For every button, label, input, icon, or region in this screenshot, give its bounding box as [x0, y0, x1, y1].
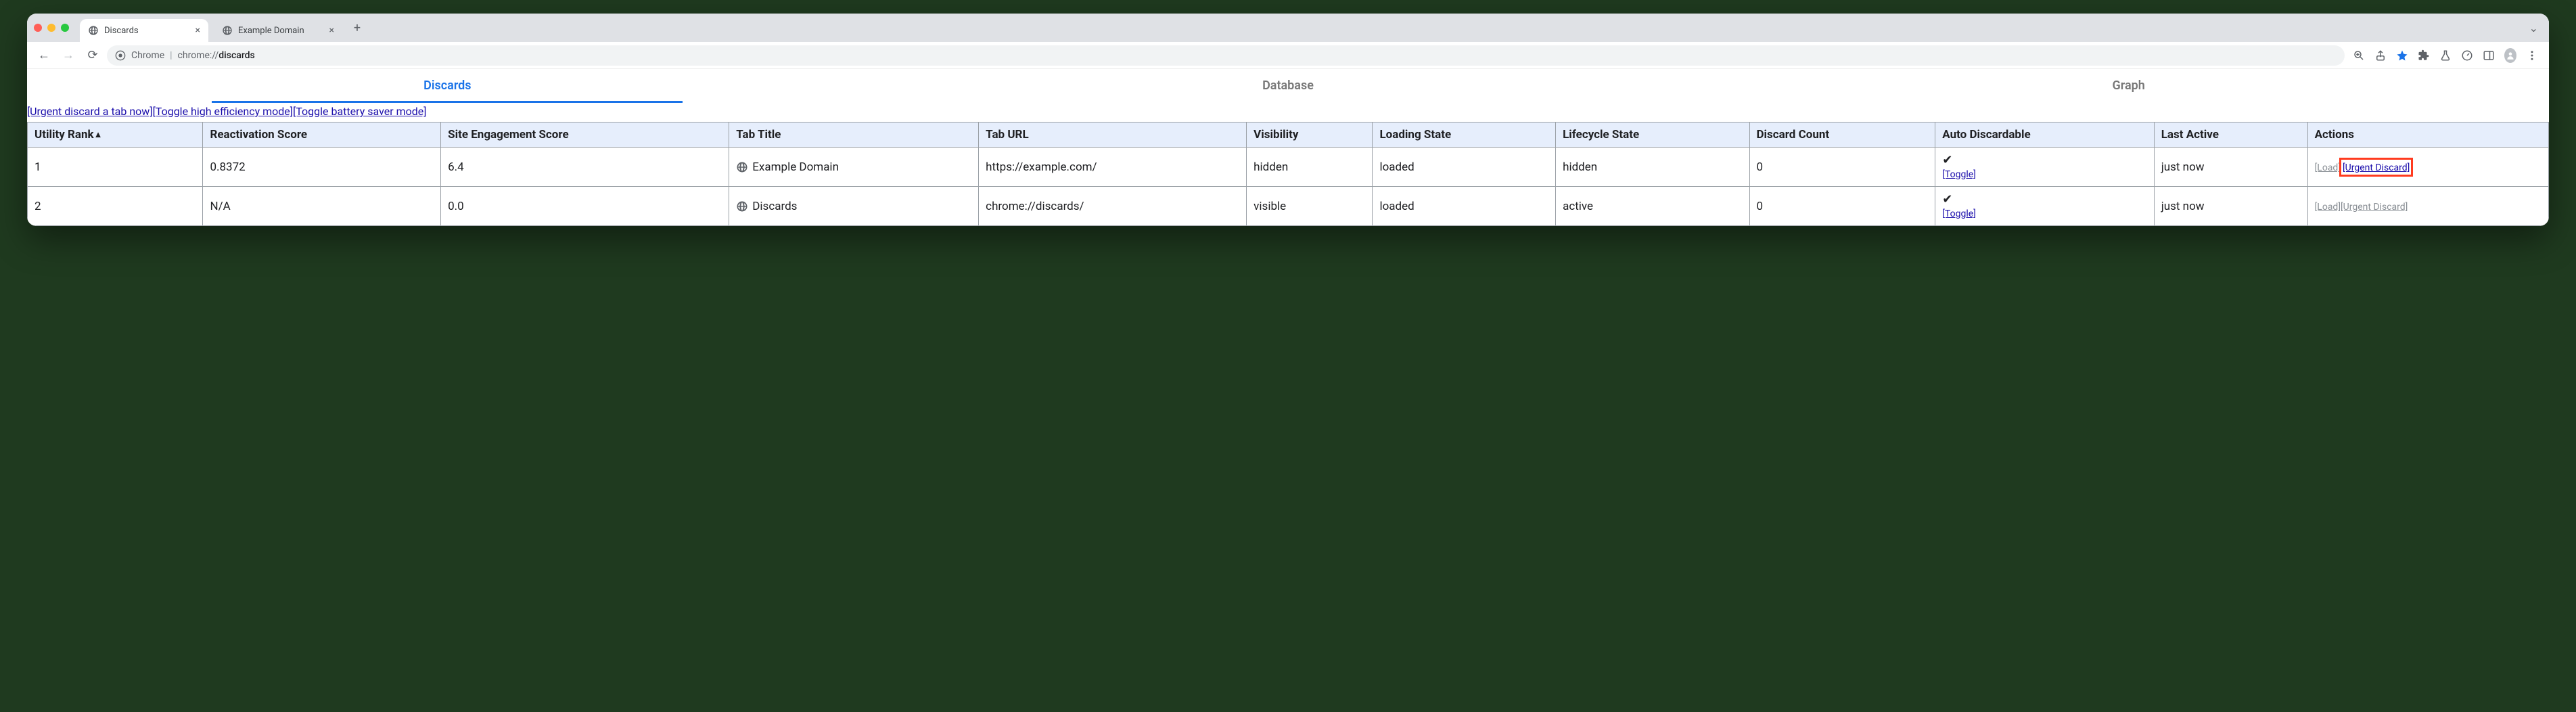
- discards-table: Utility Rank▲ Reactivation Score Site En…: [27, 122, 2549, 226]
- page-tab-graph[interactable]: Graph: [1708, 69, 2549, 102]
- toggle-auto-discardable-link[interactable]: [Toggle]: [1942, 169, 1976, 180]
- toggle-high-efficiency-link[interactable]: [Toggle high efficiency mode]: [153, 105, 293, 118]
- urgent-discard-link[interactable]: [Urgent Discard]: [2343, 162, 2410, 173]
- col-discard-count[interactable]: Discard Count: [1749, 123, 1935, 148]
- labs-icon[interactable]: [2439, 49, 2452, 62]
- share-icon[interactable]: [2374, 49, 2387, 62]
- col-lifecycle-state[interactable]: Lifecycle State: [1556, 123, 1749, 148]
- col-site-engagement[interactable]: Site Engagement Score: [441, 123, 729, 148]
- cell-rank: 2: [28, 187, 203, 226]
- cell-engagement: 6.4: [441, 148, 729, 187]
- cell-auto-discardable: ✔ [Toggle]: [1935, 187, 2154, 226]
- zoom-icon[interactable]: [2353, 49, 2365, 62]
- window-controls: [34, 24, 69, 32]
- col-tab-url[interactable]: Tab URL: [979, 123, 1247, 148]
- tabs-dropdown-icon[interactable]: ⌄: [2529, 22, 2542, 35]
- col-last-active[interactable]: Last Active: [2154, 123, 2307, 148]
- extensions-icon[interactable]: [2418, 49, 2430, 62]
- cell-auto-discardable: ✔ [Toggle]: [1935, 148, 2154, 187]
- sidepanel-icon[interactable]: [2483, 49, 2495, 62]
- back-button[interactable]: ←: [34, 45, 54, 66]
- cell-visibility: hidden: [1247, 148, 1373, 187]
- reload-button[interactable]: ⟳: [83, 45, 103, 66]
- cell-reactivation: 0.8372: [203, 148, 441, 187]
- page-tab-database[interactable]: Database: [868, 69, 1709, 102]
- close-tab-icon[interactable]: ×: [196, 25, 200, 36]
- cell-lifecycle: active: [1556, 187, 1749, 226]
- cell-actions: [Load][Urgent Discard]: [2307, 148, 2548, 187]
- tab-title: Example Domain: [238, 26, 304, 36]
- page-tabs: Discards Database Graph: [27, 69, 2549, 102]
- tab-title: Discards: [104, 26, 139, 36]
- kebab-menu-icon[interactable]: [2526, 49, 2538, 62]
- globe-icon: [88, 25, 99, 36]
- urgent-discard-link: [Urgent Discard]: [2341, 202, 2408, 213]
- globe-icon: [736, 200, 748, 213]
- check-icon: ✔: [1942, 153, 2146, 167]
- omnibox-url: chrome://discards: [178, 50, 255, 61]
- omnibox-scheme-label: Chrome: [131, 50, 164, 61]
- load-link: [Load]: [2315, 202, 2341, 213]
- minimize-window-button[interactable]: [47, 24, 55, 32]
- cell-discard-count: 0: [1749, 148, 1935, 187]
- cell-visibility: visible: [1247, 187, 1373, 226]
- cell-last-active: just now: [2154, 187, 2307, 226]
- bookmark-star-icon[interactable]: [2396, 49, 2408, 62]
- cell-url: chrome://discards/: [979, 187, 1247, 226]
- maximize-window-button[interactable]: [61, 24, 69, 32]
- cell-title: Example Domain: [729, 148, 979, 187]
- profile-avatar[interactable]: [2504, 49, 2516, 62]
- cell-last-active: just now: [2154, 148, 2307, 187]
- toolbar-actions: [2349, 49, 2542, 62]
- top-action-links: [Urgent discard a tab now][Toggle high e…: [27, 102, 2549, 122]
- table-row: 1 0.8372 6.4 Example Domain https://exam…: [28, 148, 2549, 187]
- globe-icon: [736, 161, 748, 173]
- check-icon: ✔: [1942, 192, 2146, 206]
- col-reactivation-score[interactable]: Reactivation Score: [203, 123, 441, 148]
- cell-discard-count: 0: [1749, 187, 1935, 226]
- cell-reactivation: N/A: [203, 187, 441, 226]
- toggle-auto-discardable-link[interactable]: [Toggle]: [1942, 208, 1976, 219]
- browser-tab-discards[interactable]: Discards ×: [80, 19, 208, 42]
- omnibox[interactable]: Chrome | chrome://discards: [107, 45, 2345, 66]
- sort-asc-icon: ▲: [94, 130, 103, 140]
- page-tab-discards[interactable]: Discards: [27, 69, 868, 102]
- urgent-discard-now-link[interactable]: [Urgent discard a tab now]: [27, 105, 153, 118]
- cell-lifecycle: hidden: [1556, 148, 1749, 187]
- cell-loading: loaded: [1373, 148, 1556, 187]
- browser-tab-example[interactable]: Example Domain ×: [214, 19, 342, 42]
- gauge-icon[interactable]: [2461, 49, 2473, 62]
- browser-window: Discards × Example Domain × + ⌄ ← → ⟳ Ch…: [27, 14, 2549, 226]
- forward-button[interactable]: →: [58, 45, 78, 66]
- close-window-button[interactable]: [34, 24, 42, 32]
- titlebar: Discards × Example Domain × + ⌄: [27, 14, 2549, 42]
- close-tab-icon[interactable]: ×: [329, 25, 334, 36]
- toggle-battery-saver-link[interactable]: [Toggle battery saver mode]: [293, 105, 426, 118]
- col-actions[interactable]: Actions: [2307, 123, 2548, 148]
- table-row: 2 N/A 0.0 Discards chrome://discards/ vi…: [28, 187, 2549, 226]
- cell-title: Discards: [729, 187, 979, 226]
- page-content: Discards Database Graph [Urgent discard …: [27, 69, 2549, 226]
- cell-url: https://example.com/: [979, 148, 1247, 187]
- col-loading-state[interactable]: Loading State: [1373, 123, 1556, 148]
- cell-actions: [Load][Urgent Discard]: [2307, 187, 2548, 226]
- globe-icon: [222, 25, 233, 36]
- toolbar: ← → ⟳ Chrome | chrome://discards: [27, 42, 2549, 69]
- chrome-icon: [115, 50, 126, 61]
- col-visibility[interactable]: Visibility: [1247, 123, 1373, 148]
- col-auto-discardable[interactable]: Auto Discardable: [1935, 123, 2154, 148]
- col-utility-rank[interactable]: Utility Rank▲: [28, 123, 203, 148]
- cell-engagement: 0.0: [441, 187, 729, 226]
- new-tab-button[interactable]: +: [348, 18, 367, 37]
- table-header-row: Utility Rank▲ Reactivation Score Site En…: [28, 123, 2549, 148]
- load-link: [Load]: [2315, 162, 2341, 173]
- cell-rank: 1: [28, 148, 203, 187]
- omnibox-separator: |: [170, 50, 172, 61]
- cell-loading: loaded: [1373, 187, 1556, 226]
- col-tab-title[interactable]: Tab Title: [729, 123, 979, 148]
